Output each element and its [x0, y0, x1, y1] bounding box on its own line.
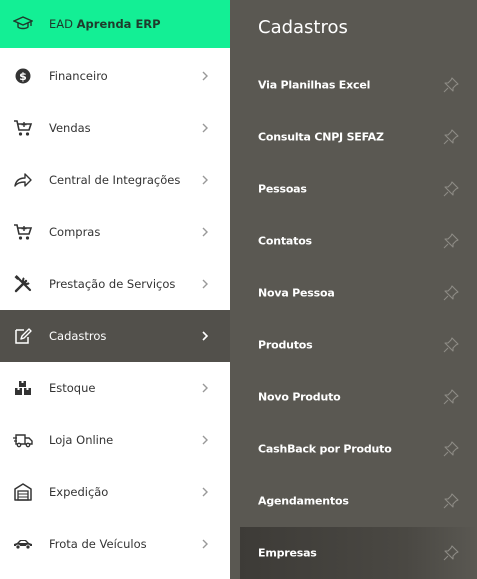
dollar-coin-icon: $ [12, 65, 34, 87]
chevron-right-icon [202, 331, 209, 341]
sidebar-item-label: Vendas [49, 121, 91, 135]
pin-icon[interactable] [443, 129, 459, 145]
pin-icon[interactable] [443, 493, 459, 509]
share-arrow-icon [12, 169, 34, 191]
sidebar-item-vendas[interactable]: Vendas [0, 102, 230, 154]
submenu-item-label: Contatos [258, 234, 312, 248]
sidebar-item-label: Frota de Veículos [49, 537, 147, 551]
submenu-item-nova-pessoa[interactable]: Nova Pessoa [230, 267, 477, 319]
cadastros-submenu: Cadastros Via Planilhas Excel Consulta C… [230, 0, 477, 579]
sidebar-item-compras[interactable]: Compras [0, 206, 230, 258]
chevron-right-icon [202, 487, 208, 497]
submenu-item-pessoas[interactable]: Pessoas [230, 163, 477, 215]
sidebar-item-frota-de-veiculos[interactable]: Frota de Veículos [0, 518, 230, 570]
pin-icon[interactable] [443, 285, 459, 301]
chevron-right-icon [202, 175, 208, 185]
sidebar-item-label: Central de Integrações [49, 173, 181, 187]
tools-icon [12, 273, 34, 295]
sidebar-item-expedicao[interactable]: Expedição [0, 466, 230, 518]
sidebar-item-label: Prestação de Serviços [49, 277, 176, 291]
submenu-item-cashback-por-produto[interactable]: CashBack por Produto [230, 423, 477, 475]
submenu-item-empresas[interactable]: Empresas [240, 527, 477, 579]
chevron-right-icon [202, 539, 208, 549]
sidebar-item-cadastros[interactable]: Cadastros [0, 310, 230, 362]
submenu-item-contatos[interactable]: Contatos [230, 215, 477, 267]
sidebar-item-label: Expedição [49, 485, 109, 499]
submenu-item-label: Agendamentos [258, 494, 349, 508]
submenu-item-agendamentos[interactable]: Agendamentos [230, 475, 477, 527]
pin-icon[interactable] [443, 389, 459, 405]
sidebar-item-estoque[interactable]: Estoque [0, 362, 230, 414]
pin-icon[interactable] [443, 77, 459, 93]
svg-text:$: $ [19, 70, 27, 83]
submenu-item-label: Pessoas [258, 182, 307, 196]
submenu-item-produtos[interactable]: Produtos [230, 319, 477, 371]
chevron-right-icon [202, 71, 208, 81]
sidebar-item-label: Compras [49, 225, 101, 239]
edit-note-icon [12, 325, 34, 347]
chevron-right-icon [202, 123, 208, 133]
cart-icon [12, 221, 34, 243]
chevron-right-icon [202, 435, 208, 445]
submenu-item-via-planilhas-excel[interactable]: Via Planilhas Excel [230, 59, 477, 111]
submenu-item-label: CashBack por Produto [258, 442, 392, 456]
submenu-item-label: Consulta CNPJ SEFAZ [258, 130, 384, 144]
cart-icon [12, 117, 34, 139]
car-icon [12, 533, 34, 555]
pin-icon[interactable] [443, 233, 459, 249]
sidebar-item-label: EAD Aprenda ERP [49, 17, 161, 31]
chevron-right-icon [202, 383, 208, 393]
submenu-item-label: Novo Produto [258, 390, 341, 404]
sidebar-item-label: Financeiro [49, 69, 108, 83]
sidebar-item-prestacao-de-servicos[interactable]: Prestação de Serviços [0, 258, 230, 310]
pin-icon[interactable] [443, 545, 459, 561]
sidebar-item-central-de-integracoes[interactable]: Central de Integrações [0, 154, 230, 206]
submenu-item-consulta-cnpj-sefaz[interactable]: Consulta CNPJ SEFAZ [230, 111, 477, 163]
main-sidebar: EAD Aprenda ERP $ Financeiro Vendas Cent… [0, 0, 230, 579]
ead-prefix: EAD [49, 17, 73, 31]
graduation-cap-icon [12, 13, 34, 35]
submenu-item-novo-produto[interactable]: Novo Produto [230, 371, 477, 423]
sidebar-item-financeiro[interactable]: $ Financeiro [0, 50, 230, 102]
warehouse-icon [12, 481, 34, 503]
submenu-item-label: Via Planilhas Excel [258, 78, 371, 92]
sidebar-item-label: Estoque [49, 381, 96, 395]
submenu-item-label: Nova Pessoa [258, 286, 335, 300]
sidebar-item-label: Cadastros [49, 329, 107, 343]
delivery-truck-icon [12, 429, 34, 451]
sidebar-item-ead-aprenda-erp[interactable]: EAD Aprenda ERP [0, 0, 230, 48]
submenu-item-label: Produtos [258, 338, 313, 352]
sidebar-item-loja-online[interactable]: Loja Online [0, 414, 230, 466]
submenu-title: Cadastros [258, 17, 348, 38]
boxes-icon [12, 377, 34, 399]
pin-icon[interactable] [443, 181, 459, 197]
chevron-right-icon [202, 227, 208, 237]
submenu-item-label: Empresas [258, 546, 317, 560]
pin-icon[interactable] [443, 337, 459, 353]
chevron-right-icon [202, 279, 208, 289]
sidebar-item-label: Loja Online [49, 433, 114, 447]
ead-name: Aprenda ERP [76, 17, 161, 31]
pin-icon[interactable] [443, 441, 459, 457]
